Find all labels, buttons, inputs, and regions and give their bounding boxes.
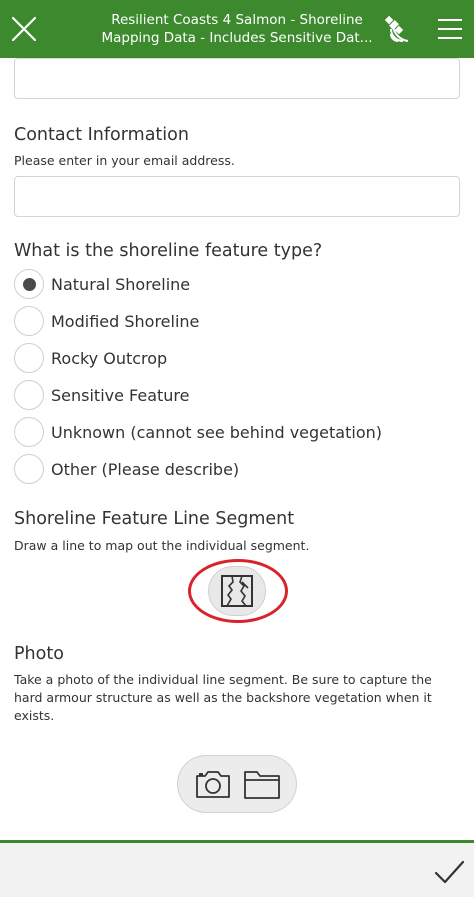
footer-bar [0,843,474,897]
radio-circle[interactable] [14,306,44,336]
line-segment-label: Shoreline Feature Line Segment [14,509,295,529]
radio-label: Other (Please describe) [51,459,240,479]
gps-satellite-icon [384,15,409,42]
survey-title-line1: Resilient Coasts 4 Salmon - Shoreline [111,12,363,28]
photo-label: Photo [14,644,64,664]
close-button[interactable] [9,14,39,44]
menu-icon [438,19,462,39]
map-draw-icon [221,575,253,607]
menu-button[interactable] [436,15,464,43]
feature-type-label: What is the shoreline feature type? [14,241,323,261]
radio-unknown[interactable]: Unknown (cannot see behind vegetation) [14,416,382,448]
radio-circle[interactable] [14,417,44,447]
gps-button[interactable] [381,12,415,46]
radio-label: Modified Shoreline [51,311,200,331]
app-header: Resilient Coasts 4 Salmon - Shoreline Ma… [0,0,474,58]
radio-label: Natural Shoreline [51,274,191,294]
radio-modified-shoreline[interactable]: Modified Shoreline [14,305,199,337]
photo-hint-line1: Take a photo of the individual line segm… [14,672,432,687]
radio-natural-shoreline[interactable]: Natural Shoreline [14,268,190,300]
photo-hint-line2: hard armour structure as well as the bac… [14,690,432,705]
radio-circle[interactable] [14,269,44,299]
form-content[interactable]: Contact Information Please enter in your… [0,58,474,840]
radio-selected-dot [22,277,36,291]
camera-icon [195,771,230,798]
radio-circle[interactable] [14,343,44,373]
photo-actions [177,755,297,813]
line-segment-hint: Draw a line to map out the individual se… [14,538,310,553]
radio-circle[interactable] [14,454,44,484]
email-field[interactable] [14,176,460,217]
survey-title: Resilient Coasts 4 Salmon - Shoreline Ma… [100,11,374,47]
folder-button[interactable] [242,764,282,804]
checkmark-icon [434,860,465,884]
survey-title-line2: Mapping Data - Includes Sensitive Dat... [101,30,373,46]
radio-other[interactable]: Other (Please describe) [14,453,239,485]
radio-rocky-outcrop[interactable]: Rocky Outcrop [14,342,167,374]
radio-circle[interactable] [14,380,44,410]
folder-icon [243,771,280,799]
camera-button[interactable] [193,764,233,804]
radio-label: Rocky Outcrop [51,348,168,368]
submit-button[interactable] [432,855,466,889]
radio-sensitive-feature[interactable]: Sensitive Feature [14,379,190,411]
close-icon [11,16,37,42]
previous-text-field[interactable] [14,58,460,99]
draw-line-button[interactable] [208,566,266,616]
radio-label: Unknown (cannot see behind vegetation) [51,422,382,442]
contact-label: Contact Information [14,125,189,145]
photo-hint-line3: exists. [14,708,55,723]
contact-hint: Please enter in your email address. [14,153,235,168]
map-draw-area [188,559,288,623]
radio-label: Sensitive Feature [51,385,190,405]
